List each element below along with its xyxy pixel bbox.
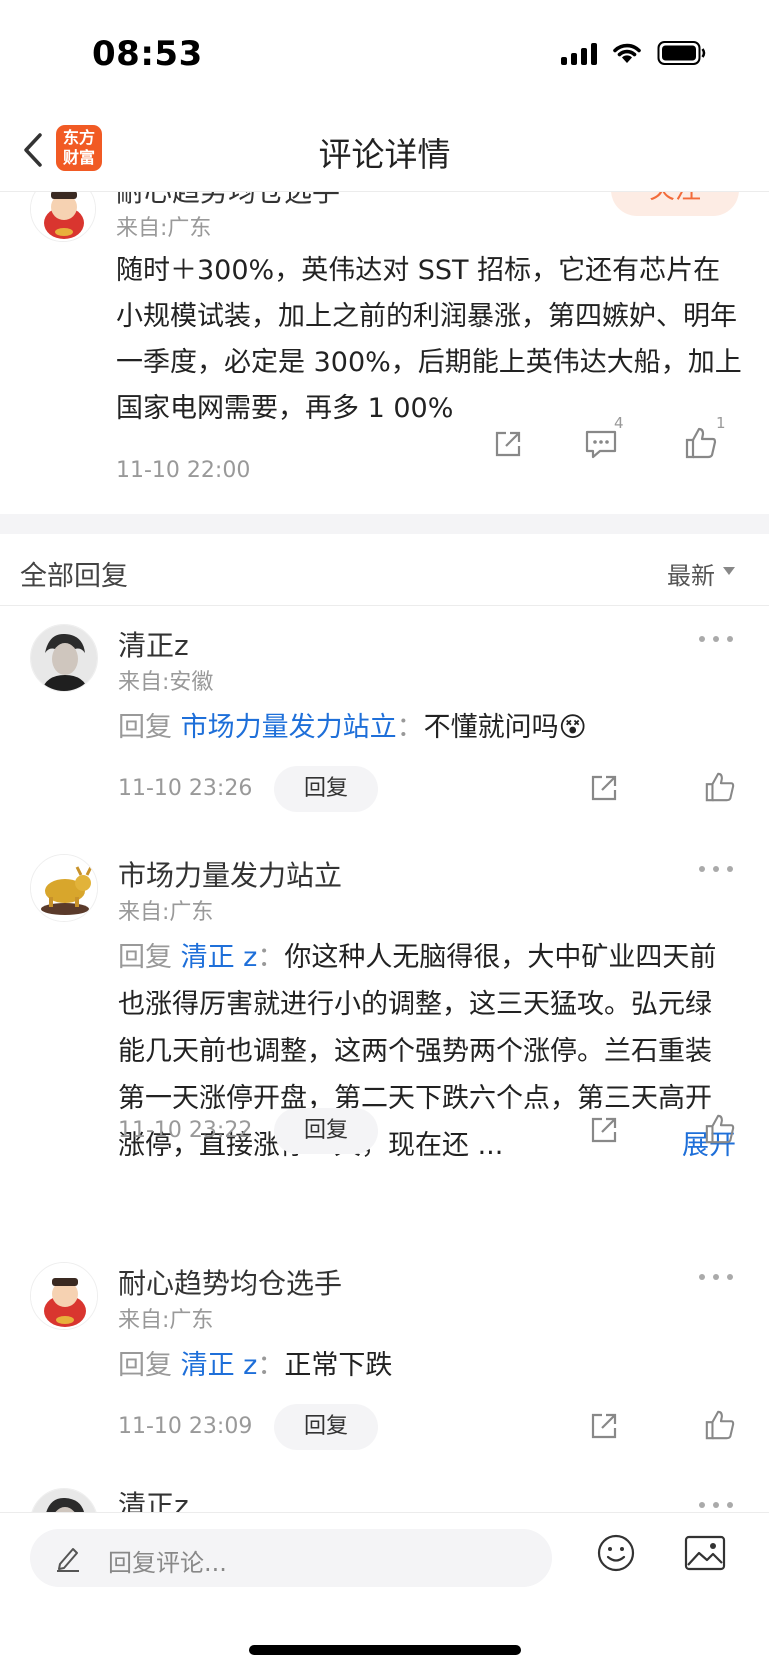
god-of-wealth-avatar-icon: [31, 192, 95, 241]
reply-author[interactable]: 市场力量发力站立: [118, 854, 342, 894]
user-photo-avatar-icon: [31, 1489, 97, 1512]
reply-button[interactable]: 回复: [274, 1404, 378, 1450]
dizzy-emoji-icon: 😵: [558, 712, 587, 743]
reply-button[interactable]: 回复: [274, 1108, 378, 1154]
god-of-wealth-avatar-icon: [31, 1263, 97, 1329]
wifi-icon: [613, 43, 641, 63]
avatar[interactable]: [30, 1488, 98, 1512]
status-time: 08:53: [92, 34, 203, 74]
reply-time: 11-10 23:22: [118, 1118, 253, 1143]
reply-footer: 11-10 23:26 回复: [118, 766, 736, 812]
reply-content: 不懂就问吗: [423, 712, 559, 743]
reply-author[interactable]: 清正z: [118, 624, 189, 664]
reply-location: 来自:广东: [118, 1308, 214, 1333]
share-icon[interactable]: [588, 1114, 620, 1146]
more-options-icon[interactable]: [699, 636, 733, 646]
reply-item: 清正z 来自:安徽 回复 市场力量发力站立：不懂就问吗😵 11-10 23:26…: [0, 606, 769, 812]
status-icons: [561, 40, 707, 66]
share-icon[interactable]: [492, 428, 524, 460]
reply-text: 回复 市场力量发力站立：不懂就问吗😵: [118, 704, 736, 751]
replies-header: 全部回复 最新: [0, 534, 769, 606]
follow-button[interactable]: 关注: [611, 192, 739, 216]
reply-author[interactable]: 清正z: [118, 1484, 189, 1512]
reply-time: 11-10 23:26: [118, 776, 253, 801]
more-options-icon[interactable]: [699, 1502, 733, 1512]
avatar[interactable]: [30, 192, 96, 242]
avatar[interactable]: [30, 1262, 98, 1330]
user-photo-avatar-icon: [31, 625, 97, 691]
section-divider: [0, 514, 769, 534]
reply-author[interactable]: 耐心趋势均仓选手: [118, 1262, 342, 1302]
reply-input-placeholder: 回复评论...: [108, 1549, 227, 1577]
emoji-icon[interactable]: [596, 1533, 636, 1573]
share-icon[interactable]: [588, 1410, 620, 1442]
like-count: 1: [716, 414, 726, 432]
nav-bar: 东方 财富 评论详情: [0, 110, 769, 192]
reply-prefix: 回复: [118, 712, 172, 743]
reply-target-link[interactable]: 市场力量发力站立: [181, 712, 397, 743]
replies-title: 全部回复: [20, 561, 128, 592]
sort-label: 最新: [667, 562, 715, 590]
reply-button[interactable]: 回复: [274, 766, 378, 812]
cellular-signal-icon: [561, 41, 597, 65]
reply-separator: ：: [257, 1350, 285, 1381]
main-comment: 耐心趋势均仓选手 关注 来自:广东 随时＋300%，英伟达对 SST 招标，它还…: [0, 192, 769, 514]
comment-count: 4: [614, 414, 624, 432]
status-bar: 08:53: [0, 0, 769, 110]
avatar[interactable]: [30, 854, 98, 922]
reply-footer: 11-10 23:09 回复: [118, 1404, 736, 1450]
reply-location: 来自:安徽: [118, 670, 214, 695]
avatar[interactable]: [30, 624, 98, 692]
comment-text: 随时＋300%，英伟达对 SST 招标，它还有芯片在小规模试装，加上之前的利润暴…: [116, 255, 742, 424]
like-icon[interactable]: [704, 1408, 736, 1442]
reply-content: 正常下跌: [284, 1350, 393, 1381]
bottom-input-bar: 回复评论...: [0, 1512, 769, 1665]
like-icon[interactable]: [704, 1112, 736, 1146]
page-title: 评论详情: [318, 135, 451, 174]
reply-footer: 11-10 23:22 回复: [118, 1108, 736, 1154]
battery-icon: [657, 41, 706, 65]
reply-target-link[interactable]: 清正 z: [181, 942, 258, 973]
reply-item: 市场力量发力站立 来自:广东 回复 清正 z：你这种人无脑得很，大中矿业四天前也…: [0, 836, 769, 1216]
home-indicator: [249, 1645, 521, 1655]
reply-location: 来自:广东: [118, 900, 214, 925]
reply-prefix: 回复: [118, 1350, 172, 1381]
reply-item: 耐心趋势均仓选手 来自:广东 回复 清正 z：正常下跌 11-10 23:09 …: [0, 1244, 769, 1450]
reply-separator: ：: [257, 942, 285, 973]
like-icon[interactable]: [684, 426, 718, 460]
reply-input[interactable]: 回复评论...: [30, 1529, 552, 1587]
more-options-icon[interactable]: [699, 866, 733, 876]
reply-target-link[interactable]: 清正 z: [181, 1350, 258, 1381]
reply-item: 清正z: [0, 1468, 769, 1512]
reply-time: 11-10 23:09: [118, 1414, 253, 1439]
comment-time: 11-10 22:00: [116, 458, 251, 483]
pencil-icon: [57, 1548, 79, 1572]
comment-location: 来自:广东: [116, 216, 212, 241]
golden-bull-avatar-icon: [31, 855, 97, 921]
reply-text: 回复 清正 z：正常下跌: [118, 1342, 736, 1389]
reply-separator: ：: [396, 712, 424, 743]
share-icon[interactable]: [588, 772, 620, 804]
more-options-icon[interactable]: [699, 1274, 733, 1284]
dropdown-arrow-icon: [723, 567, 735, 575]
comment-author[interactable]: 耐心趋势均仓选手: [116, 192, 340, 210]
comment-icon[interactable]: [584, 428, 618, 460]
like-icon[interactable]: [704, 770, 736, 804]
reply-prefix: 回复: [118, 942, 172, 973]
image-icon[interactable]: [684, 1535, 726, 1571]
